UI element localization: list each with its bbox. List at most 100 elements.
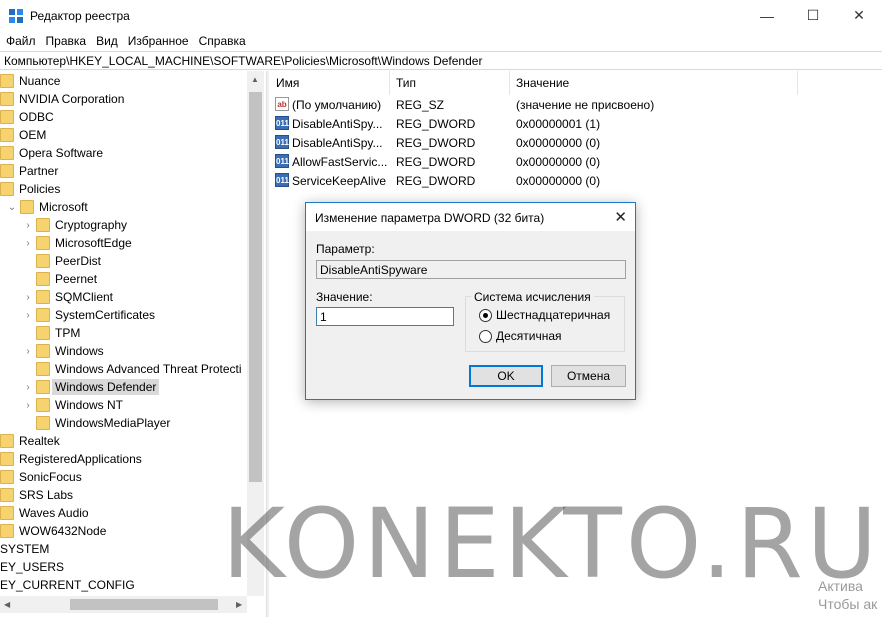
chevron-right-icon[interactable]: › (20, 382, 36, 393)
folder-icon (36, 308, 50, 322)
tree-item-label: Windows Defender (52, 379, 160, 395)
chevron-down-icon[interactable]: ⌄ (4, 202, 20, 213)
tree-item-label: Opera Software (19, 146, 104, 160)
column-separator[interactable] (797, 71, 798, 95)
column-type[interactable]: Тип (396, 76, 416, 90)
scroll-up-icon[interactable]: ▲ (251, 75, 259, 84)
value-row[interactable]: 011 DisableAntiSpy... REG_DWORD 0x00000001 … (270, 114, 882, 133)
menu-favorites[interactable]: Избранное (122, 31, 193, 51)
tree-item-label: Policies (19, 182, 61, 196)
value-row[interactable]: 011 ServiceKeepAlive REG_DWORD 0x00000000 (… (270, 171, 882, 190)
column-separator[interactable] (389, 71, 390, 95)
value-name: ServiceKeepAlive (292, 174, 387, 188)
dword-value-icon: 011 (275, 116, 289, 130)
tree-item[interactable]: Opera Software (0, 144, 103, 162)
tree-item-label: Windows NT (55, 398, 124, 412)
column-value[interactable]: Значение (516, 76, 569, 90)
tree-item[interactable]: ⌄ Microsoft (4, 198, 88, 216)
value-data: 0x00000001 (1) (516, 117, 601, 131)
folder-icon (36, 218, 50, 232)
tree-item[interactable]: SYSTEM (0, 540, 49, 558)
tree-item[interactable]: RegisteredApplications (0, 450, 142, 468)
activation-line-1: Актива (818, 578, 863, 594)
tree-item[interactable]: › SQMClient (20, 288, 113, 306)
chevron-right-icon[interactable]: › (20, 310, 36, 321)
param-label: Параметр: (316, 242, 375, 256)
address-bar[interactable]: Компьютер\HKEY_LOCAL_MACHINE\SOFTWARE\Po… (0, 51, 882, 70)
tree-item-label: EY_CURRENT_CONFIG (0, 578, 135, 592)
tree-vertical-scroll-thumb[interactable] (249, 92, 262, 482)
menu-edit[interactable]: Правка (40, 31, 91, 51)
tree-item[interactable]: WOW6432Node (0, 522, 106, 540)
value-input[interactable]: 1 (316, 307, 454, 326)
dialog-title-bar: Изменение параметра DWORD (32 бита) ✕ (306, 203, 635, 231)
scroll-right-icon[interactable]: ▶ (236, 600, 242, 609)
tree-item[interactable]: ODBC (0, 108, 54, 126)
value-data: 0x00000000 (0) (516, 136, 601, 150)
tree-item[interactable]: Partner (0, 162, 58, 180)
tree-item[interactable]: Policies (0, 180, 60, 198)
activation-line-2: Чтобы ак (818, 596, 878, 612)
value-row[interactable]: 011 DisableAntiSpy... REG_DWORD 0x00000000 … (270, 133, 882, 152)
maximize-button[interactable]: ☐ (790, 0, 836, 31)
radio-decimal[interactable] (479, 330, 492, 343)
tree-item-label: SYSTEM (0, 542, 50, 556)
tree-item[interactable]: NVIDIA Corporation (0, 90, 124, 108)
tree-item[interactable]: › SystemCertificates (20, 306, 155, 324)
chevron-right-icon[interactable]: › (20, 400, 36, 411)
value-label: Значение: (316, 290, 373, 304)
tree-item[interactable]: Nuance (0, 72, 60, 90)
dialog-close-icon[interactable]: ✕ (614, 208, 627, 226)
tree-item[interactable]: EY_CURRENT_CONFIG (0, 576, 135, 594)
tree-item[interactable]: Waves Audio (0, 504, 89, 522)
tree-item[interactable]: Windows Advanced Threat Protecti (20, 360, 242, 378)
windows-activation-notice: Актива Чтобы ак (818, 577, 877, 613)
radio-hexadecimal-label[interactable]: Шестнадцатеричная (496, 308, 610, 322)
tree-item[interactable]: EY_USERS (0, 558, 64, 576)
scroll-left-icon[interactable]: ◀ (4, 600, 10, 609)
menu-help[interactable]: Справка (193, 31, 250, 51)
value-row[interactable]: ab (По умолчанию) REG_SZ (значение не присв… (270, 95, 882, 114)
watermark: KONEKTO.RU (222, 488, 882, 600)
value-row[interactable]: 011 AllowFastServic... REG_DWORD 0x00000000… (270, 152, 882, 171)
tree-item[interactable]: SonicFocus (0, 468, 82, 486)
folder-icon (36, 416, 50, 430)
value-data: 0x00000000 (0) (516, 174, 601, 188)
dword-value-icon: 011 (275, 154, 289, 168)
tree-item[interactable]: › MicrosoftEdge (20, 234, 132, 252)
close-icon: ✕ (853, 7, 865, 23)
string-value-icon: ab (275, 97, 289, 111)
tree-item[interactable]: Realtek (0, 432, 60, 450)
chevron-right-icon[interactable]: › (20, 238, 36, 249)
chevron-right-icon[interactable]: › (20, 346, 36, 357)
close-window-button[interactable]: ✕ (836, 0, 882, 31)
menu-view[interactable]: Вид (90, 31, 122, 51)
chevron-right-icon[interactable]: › (20, 292, 36, 303)
tree-horizontal-scroll-thumb[interactable] (70, 599, 218, 610)
tree-item[interactable]: › Windows NT (20, 396, 123, 414)
tree-item[interactable]: › Windows (20, 342, 104, 360)
column-separator[interactable] (509, 71, 510, 95)
dialog-title: Изменение параметра DWORD (32 бита) (315, 211, 545, 225)
tree-item[interactable]: PeerDist (20, 252, 101, 270)
tree-item[interactable]: › Cryptography (20, 216, 127, 234)
value-data: (значение не присвоено) (516, 98, 655, 112)
tree-item[interactable]: TPM (20, 324, 80, 342)
tree-item-label: Nuance (19, 74, 61, 88)
tree-item[interactable]: SRS Labs (0, 486, 73, 504)
ok-button[interactable]: OK (469, 365, 543, 387)
column-name[interactable]: Имя (276, 76, 299, 90)
tree-horizontal-scrollbar[interactable]: ◀ ▶ (0, 596, 247, 613)
radio-decimal-label[interactable]: Десятичная (496, 329, 562, 343)
cancel-button[interactable]: Отмена (551, 365, 626, 387)
tree-item[interactable]: OEM (0, 126, 46, 144)
chevron-right-icon[interactable]: › (20, 220, 36, 231)
menu-file[interactable]: Файл (0, 31, 40, 51)
base-group (465, 296, 625, 352)
folder-icon (0, 92, 14, 106)
radio-hexadecimal[interactable] (479, 309, 492, 322)
tree-item[interactable]: Peernet (20, 270, 97, 288)
tree-item[interactable]: WindowsMediaPlayer (20, 414, 170, 432)
tree-item[interactable]: › Windows Defender (20, 378, 160, 396)
minimize-button[interactable]: — (744, 0, 790, 31)
